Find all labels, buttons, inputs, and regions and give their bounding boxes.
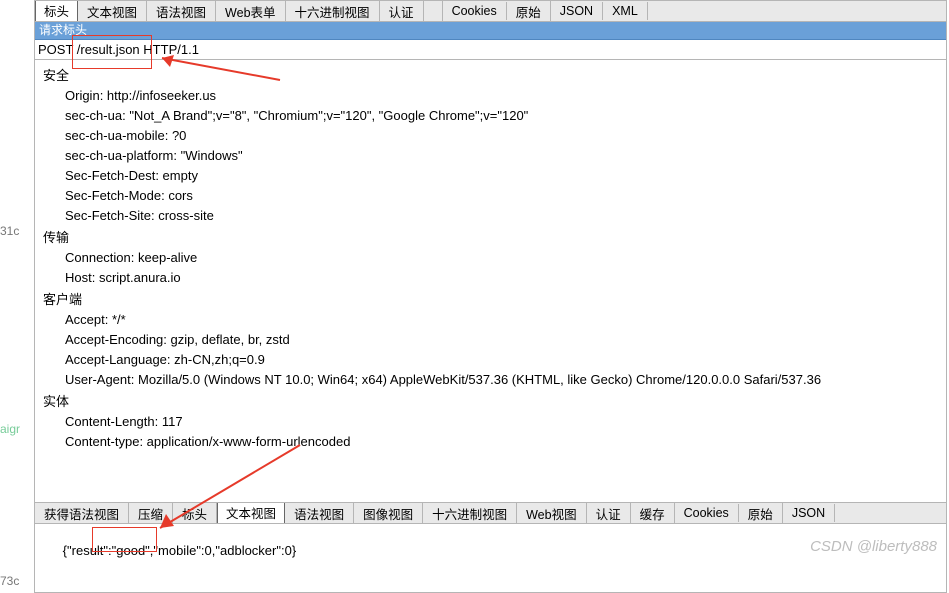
header-group-title: 安全 (43, 66, 944, 86)
header-value: cors (168, 188, 193, 203)
header-value: script.anura.io (99, 270, 181, 285)
response-body-pane: {"result":"good","mobile":0,"adblocker":… (35, 524, 946, 592)
header-row[interactable]: Hostscript.anura.io (65, 268, 944, 288)
gutter-text: 73c (0, 574, 19, 588)
header-value: "Not_A Brand";v="8", "Chromium";v="120",… (129, 108, 528, 123)
gutter-text: aigr (0, 422, 20, 436)
request-headers-pane: 安全Originhttp://infoseeker.ussec-ch-ua"No… (35, 60, 946, 502)
header-row[interactable]: Sec-Fetch-Modecors (65, 186, 944, 206)
header-name: Accept-Language (65, 352, 174, 367)
watermark: CSDN @liberty888 (810, 538, 937, 555)
tab-hexview2[interactable]: 十六进制视图 (423, 502, 517, 524)
tab-webforms[interactable]: Web表单 (216, 1, 285, 22)
header-row[interactable]: Accept*/* (65, 310, 944, 330)
header-row[interactable]: Content-typeapplication/x-www-form-urlen… (65, 432, 944, 452)
request-method: POST (38, 42, 73, 57)
header-row[interactable]: Accept-Encodinggzip, deflate, br, zstd (65, 330, 944, 350)
header-group: 传输Connectionkeep-aliveHostscript.anura.i… (43, 228, 944, 288)
header-name: Sec-Fetch-Dest (65, 168, 163, 183)
tab-textview[interactable]: 文本视图 (78, 1, 147, 22)
header-name: Accept-Encoding (65, 332, 171, 347)
header-value: cross-site (158, 208, 214, 223)
request-tab-strip: 标头文本视图语法视图Web表单十六进制视图认证 Cookies原始JSONXML (35, 1, 946, 22)
header-name: Content-type (65, 434, 147, 449)
header-value: zh-CN,zh;q=0.9 (174, 352, 265, 367)
header-row[interactable]: Sec-Fetch-Sitecross-site (65, 206, 944, 226)
tab-compress[interactable]: 压缩 (129, 502, 173, 524)
header-value: empty (163, 168, 198, 183)
header-name: Sec-Fetch-Mode (65, 188, 168, 203)
header-name: Origin (65, 88, 107, 103)
tab-auth2[interactable]: 认证 (587, 502, 631, 524)
header-group: 客户端Accept*/*Accept-Encodinggzip, deflate… (43, 290, 944, 390)
header-value: gzip, deflate, br, zstd (171, 332, 290, 347)
tab-getsyntax[interactable]: 获得语法视图 (35, 502, 129, 524)
header-row[interactable]: Originhttp://infoseeker.us (65, 86, 944, 106)
tab-headers[interactable]: 标头 (35, 1, 78, 22)
gutter-text: 31c (0, 224, 19, 238)
tab-syntaxview2[interactable]: 语法视图 (285, 502, 354, 524)
header-name: Content-Length (65, 414, 162, 429)
tab-cookies2[interactable]: Cookies (675, 504, 739, 522)
header-row[interactable]: sec-ch-ua-mobile?0 (65, 126, 944, 146)
header-name: Host (65, 270, 99, 285)
header-name: sec-ch-ua-platform (65, 148, 181, 163)
tab-cache[interactable]: 缓存 (631, 502, 675, 524)
tab-auth[interactable]: 认证 (380, 1, 424, 22)
header-row[interactable]: Sec-Fetch-Destempty (65, 166, 944, 186)
tab-json[interactable]: JSON (551, 2, 603, 20)
header-name: User-Agent (65, 372, 138, 387)
tab-xml[interactable]: XML (603, 2, 648, 20)
header-name: Connection (65, 250, 138, 265)
header-row[interactable]: Accept-Languagezh-CN,zh;q=0.9 (65, 350, 944, 370)
header-row[interactable]: sec-ch-ua-platform"Windows" (65, 146, 944, 166)
request-version: HTTP/1.1 (143, 42, 199, 57)
tab-headers2[interactable]: 标头 (173, 502, 217, 524)
inspector-panel: 标头文本视图语法视图Web表单十六进制视图认证Cookies原始JSONXML … (34, 0, 947, 593)
header-value: */* (112, 312, 126, 327)
request-line: POST /result.json HTTP/1.1 (35, 40, 946, 60)
response-body-text: {"result":"good","mobile":0,"adblocker":… (63, 543, 297, 558)
request-path: /result.json (77, 42, 140, 57)
header-row[interactable]: Connectionkeep-alive (65, 248, 944, 268)
header-value: Mozilla/5.0 (Windows NT 10.0; Win64; x64… (138, 372, 821, 387)
tab-gap (424, 1, 443, 21)
app-root: 31c aigr 73c 标头文本视图语法视图Web表单十六进制视图认证Cook… (0, 0, 949, 593)
tab-raw[interactable]: 原始 (507, 1, 551, 22)
tab-json2[interactable]: JSON (783, 504, 835, 522)
left-gutter: 31c aigr 73c (0, 0, 34, 593)
header-value: "Windows" (181, 148, 243, 163)
header-group: 安全Originhttp://infoseeker.ussec-ch-ua"No… (43, 66, 944, 226)
header-group-title: 实体 (43, 392, 944, 412)
tab-hexview[interactable]: 十六进制视图 (286, 1, 380, 22)
header-group-title: 客户端 (43, 290, 944, 310)
tab-raw2[interactable]: 原始 (739, 502, 783, 524)
header-name: Sec-Fetch-Site (65, 208, 158, 223)
header-value: ?0 (172, 128, 186, 143)
header-value: 117 (162, 414, 183, 429)
header-value: keep-alive (138, 250, 197, 265)
section-bar: 请求标头 (35, 22, 946, 40)
response-tab-strip: 获得语法视图压缩标头文本视图语法视图图像视图十六进制视图Web视图认证缓存Coo… (35, 502, 946, 524)
header-row[interactable]: sec-ch-ua"Not_A Brand";v="8", "Chromium"… (65, 106, 944, 126)
header-row[interactable]: User-AgentMozilla/5.0 (Windows NT 10.0; … (65, 370, 944, 390)
header-name: sec-ch-ua-mobile (65, 128, 172, 143)
tab-webview[interactable]: Web视图 (517, 502, 586, 524)
tab-imageview[interactable]: 图像视图 (354, 502, 423, 524)
tab-syntaxview[interactable]: 语法视图 (147, 1, 216, 22)
tab-textview2[interactable]: 文本视图 (217, 502, 285, 524)
header-value: http://infoseeker.us (107, 88, 216, 103)
header-row[interactable]: Content-Length117 (65, 412, 944, 432)
tab-cookies[interactable]: Cookies (443, 2, 507, 20)
header-name: Accept (65, 312, 112, 327)
header-name: sec-ch-ua (65, 108, 129, 123)
header-value: application/x-www-form-urlencoded (147, 434, 351, 449)
header-group: 实体Content-Length117Content-typeapplicati… (43, 392, 944, 452)
header-group-title: 传输 (43, 228, 944, 248)
